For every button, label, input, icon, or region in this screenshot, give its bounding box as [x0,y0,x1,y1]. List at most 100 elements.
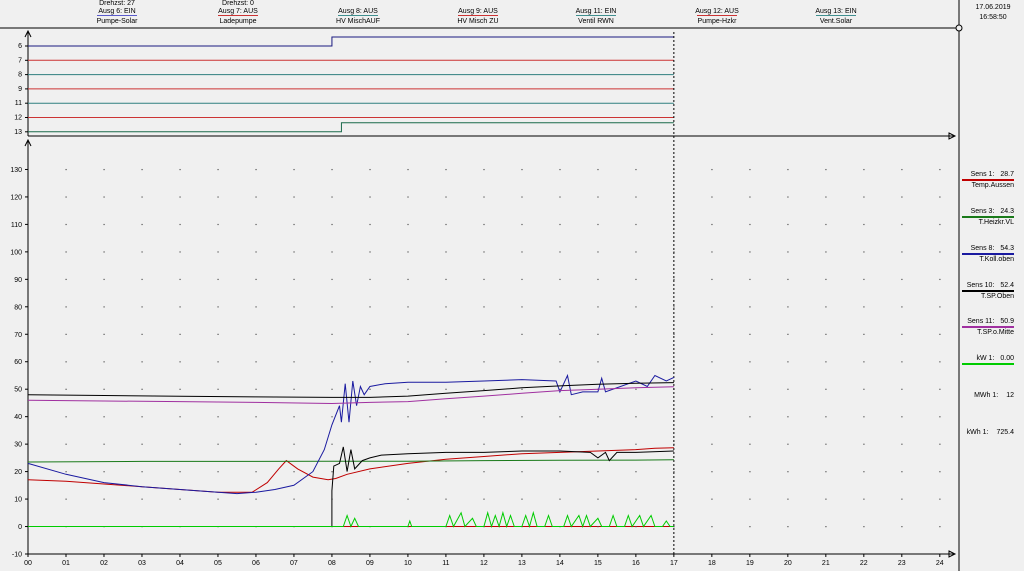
grid-dot [635,333,637,335]
grid-dot [445,306,447,308]
grid-dot [597,471,599,473]
grid-dot [711,498,713,500]
grid-dot [293,168,295,171]
sensor-value: 54.3 [1000,245,1014,252]
grid-dot [293,416,295,418]
grid-dot [825,278,827,281]
digital-track-line [28,36,674,47]
series-line [27,373,675,495]
grid-dot [407,168,409,171]
grid-dot [217,306,219,308]
sensor-name: T.SP.Oben [981,293,1014,300]
x-tick-label: 24 [936,560,944,567]
grid-dot [863,168,865,171]
digital-track-label: 7 [18,57,22,64]
sensor-color-bar [962,326,1014,328]
grid-dot [711,333,713,335]
grid-dot [863,306,865,308]
grid-dot [255,278,257,281]
sensor-value: 24.3 [1000,208,1014,215]
grid-dot [65,278,67,281]
x-tick-label: 04 [176,560,184,567]
grid-dot [597,416,599,418]
grid-dot [559,306,561,308]
output-state: Ausg 7: AUS [218,8,258,15]
grid-dot [749,416,751,418]
sensor-value: 0.00 [1000,355,1014,362]
y-tick-label: 120 [10,194,22,201]
grid-dot [939,526,941,528]
y-tick-label: 20 [14,469,22,476]
grid-dot [787,223,789,226]
grid-dot [825,471,827,473]
output-state: Ausg 13: EIN [815,8,857,15]
grid-dot [65,361,67,363]
output-name: Vent.Solar [819,18,853,25]
output-state: Ausg 11: EIN [575,8,617,15]
grid-dot [559,471,561,473]
grid-dot [711,196,713,198]
sensor-label: Sens 3: [970,208,995,215]
x-tick-label: 09 [366,560,374,567]
grid-dot [559,196,561,198]
grid-dot [863,498,865,500]
grid-dot [369,333,371,335]
output-speed [677,0,757,8]
y-tick-label: 40 [14,414,22,421]
grid-dot [787,361,789,363]
grid-dot [597,361,599,363]
grid-dot [217,498,219,500]
grid-dot [445,278,447,281]
grid-dot [863,471,865,473]
grid-dot [369,223,371,226]
grid-dot [635,168,637,171]
grid-dot [673,306,675,308]
sensor-color-bar [962,253,1014,255]
grid-dot [141,278,143,281]
grid-dot [293,471,295,473]
grid-dot [939,471,941,473]
grid-dot [293,498,295,500]
grid-dot [331,223,333,226]
grid-dot [673,498,675,500]
grid-dot [141,361,143,363]
digital-track-line [28,122,674,133]
grid-dot [711,443,713,445]
grid-dot [939,333,941,335]
sensor-name: Temp.Aussen [971,182,1014,189]
grid-dot [787,498,789,500]
grid-dot [597,196,599,198]
output-header-item: Ausg 9: AUS HV Misch ZU [438,0,518,25]
grid-dot [901,443,903,445]
grid-dot [369,471,371,473]
grid-dot [483,333,485,335]
y-tick-label: 30 [14,442,22,449]
grid-dot [635,278,637,281]
grid-dot [521,251,523,253]
grid-dot [407,333,409,335]
grid-dot [635,223,637,226]
grid-dot [483,196,485,198]
grid-dot [65,416,67,418]
grid-dot [635,471,637,473]
datetime: 17.06.2019 16:58:50 [968,4,1018,21]
grid-dot [597,168,599,171]
output-speed [796,0,876,8]
x-tick-label: 11 [442,560,449,567]
grid-dot [445,361,447,363]
grid-dot [293,196,295,198]
grid-dot [179,196,181,198]
grid-dot [445,168,447,171]
output-name: Ventil RWN [578,18,614,25]
grid-dot [141,168,143,171]
sensor-reading: Sens 3: 24.3 [962,208,1014,215]
output-color-line [458,15,498,16]
grid-dot [939,196,941,198]
chart-canvas: 6789111213-10010203040506070809010011012… [0,0,963,571]
grid-dot [635,526,637,528]
grid-dot [521,443,523,445]
grid-dot [141,443,143,445]
grid-dot [597,526,599,528]
digital-track-label: 12 [14,115,22,122]
sensor-entry: kW 1: 0.00 [962,355,1014,366]
